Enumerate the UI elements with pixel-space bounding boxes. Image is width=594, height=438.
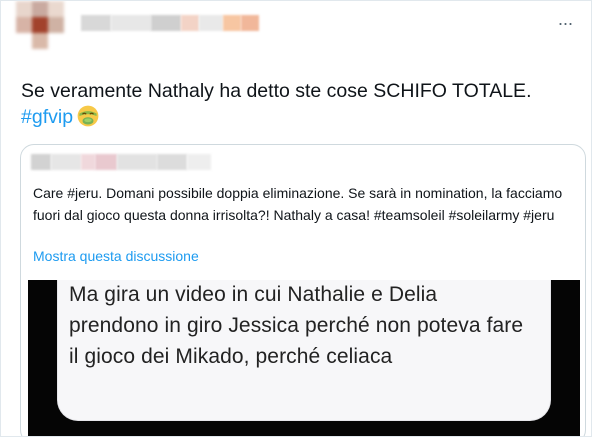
tweet-text: Se veramente Nathaly ha detto ste cose S…: [21, 78, 561, 130]
quoted-tweet-text: Care #jeru. Domani possibile doppia elim…: [33, 185, 563, 223]
tweet-card: ··· Se veramente Nathaly ha detto ste co…: [0, 0, 592, 437]
more-options-button[interactable]: ···: [553, 13, 577, 33]
media-caption-text: Ma gira un video in cui Nathalie e Delia…: [69, 283, 524, 368]
avatar[interactable]: [16, 1, 64, 49]
hashtag-link[interactable]: #gfvip: [21, 106, 73, 128]
show-thread-link[interactable]: Mostra questa discussione: [33, 246, 199, 266]
tweet-text-main: Se veramente Nathaly ha detto ste cose S…: [21, 80, 532, 102]
nauseated-face-icon: [77, 105, 99, 127]
